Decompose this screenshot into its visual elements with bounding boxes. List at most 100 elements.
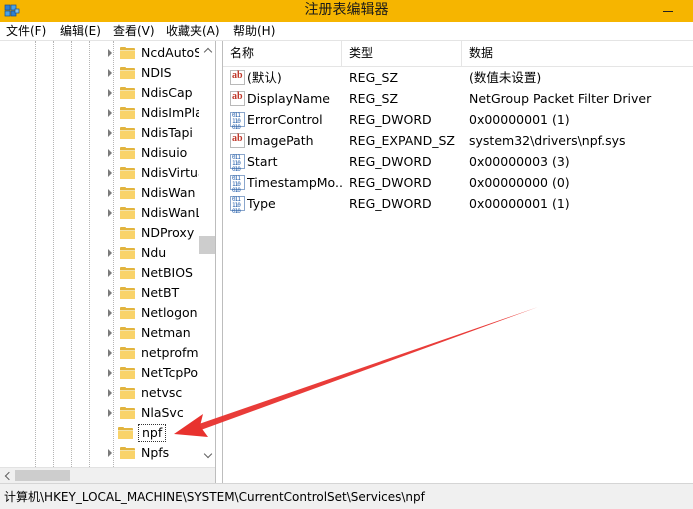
expand-arrow-icon[interactable] [108, 389, 112, 397]
value-row[interactable]: 011 110 010 Start REG_DWORD 0x00000003 (3) [223, 151, 693, 173]
expand-arrow-icon[interactable] [108, 149, 112, 157]
expand-arrow-icon[interactable] [108, 369, 112, 377]
window-title: 注册表编辑器 [304, 2, 389, 18]
tree-item-label: NcdAutoS [141, 45, 203, 60]
tree-item[interactable]: NetBIOS [0, 263, 200, 283]
folder-icon [120, 167, 135, 179]
expand-arrow-icon[interactable] [108, 209, 112, 217]
tree-vertical-scrollbar[interactable] [199, 41, 215, 467]
expand-arrow-icon[interactable] [108, 329, 112, 337]
menu-view[interactable]: 查看(V) [109, 22, 159, 41]
folder-icon [120, 407, 135, 419]
value-row[interactable]: ab (默认) REG_SZ (数值未设置) [223, 67, 693, 88]
value-name: Type [247, 196, 276, 211]
menu-help[interactable]: 帮助(H) [229, 22, 279, 41]
tree-item-label: NdisWanL [141, 205, 203, 220]
tree-item[interactable]: Npfs [0, 443, 200, 463]
value-data: 0x00000000 (0) [469, 175, 570, 190]
expand-arrow-icon[interactable] [108, 129, 112, 137]
tree-item-label: npf [138, 424, 167, 442]
registry-values-list[interactable]: 名称 类型 数据 ab (默认) REG_SZ (数值未设置) ab DisplayNam… [222, 41, 693, 483]
folder-icon [120, 327, 135, 339]
tree-item[interactable]: NlaSvc [0, 403, 200, 423]
folder-icon [120, 87, 135, 99]
minimize-icon[interactable] [663, 2, 675, 12]
expand-arrow-icon[interactable] [108, 69, 112, 77]
value-row[interactable]: ab ImagePath REG_EXPAND_SZ system32\drivers… [223, 130, 693, 151]
value-row[interactable]: 011 110 010 Type REG_DWORD 0x00000001 (1) [223, 193, 693, 215]
value-row[interactable]: 011 110 010 ErrorControl REG_DWORD 0x00000001… [223, 109, 693, 131]
tree-item[interactable]: NdisWanL [0, 203, 203, 223]
tree-item[interactable]: NdisImPla [0, 103, 203, 123]
tree-item[interactable]: Ndisuio [0, 143, 200, 163]
folder-icon [120, 67, 135, 79]
value-data: 0x00000001 (1) [469, 112, 570, 127]
expand-arrow-icon[interactable] [108, 409, 112, 417]
column-header-name[interactable]: 名称 [223, 41, 342, 66]
value-type: REG_EXPAND_SZ [349, 133, 455, 148]
expand-arrow-icon[interactable] [108, 109, 112, 117]
binary-value-icon: 011 110 010 [230, 112, 245, 131]
folder-icon [120, 147, 135, 159]
tree-item[interactable]: NcdAutoS [0, 43, 203, 63]
expand-arrow-icon[interactable] [108, 49, 112, 57]
folder-icon [120, 287, 135, 299]
tree-item[interactable]: netprofm [0, 343, 200, 363]
tree-item[interactable]: netvsc [0, 383, 200, 403]
expand-arrow-icon[interactable] [108, 189, 112, 197]
expand-arrow-icon[interactable] [108, 89, 112, 97]
value-type: REG_SZ [349, 91, 399, 106]
menu-edit[interactable]: 编辑(E) [56, 22, 105, 41]
current-key-path: 计算机\HKEY_LOCAL_MACHINE\SYSTEM\CurrentCon… [4, 490, 425, 504]
value-name: TimestampMo... [247, 175, 343, 190]
tree-item[interactable]: NdisCap [0, 83, 200, 103]
expand-arrow-icon[interactable] [108, 289, 112, 297]
tree-item-label: Ndisuio [141, 145, 188, 160]
tree-item-label: NdisVirtua [141, 165, 206, 180]
tree-horizontal-scroll-thumb[interactable] [15, 470, 70, 481]
tree-horizontal-scrollbar[interactable] [0, 467, 215, 483]
expand-arrow-icon[interactable] [108, 269, 112, 277]
expand-arrow-icon[interactable] [108, 249, 112, 257]
value-row[interactable]: 011 110 010 TimestampMo... REG_DWORD 0x000000… [223, 172, 693, 194]
scroll-down-icon[interactable] [203, 449, 213, 459]
expand-arrow-icon[interactable] [108, 349, 112, 357]
status-bar: 计算机\HKEY_LOCAL_MACHINE\SYSTEM\CurrentCon… [0, 483, 693, 509]
tree-item-label: NetBT [141, 285, 180, 300]
value-data: 0x00000003 (3) [469, 154, 570, 169]
tree-item[interactable]: npf [0, 423, 200, 443]
tree-item[interactable]: NetTcpPo [0, 363, 200, 383]
scroll-left-icon[interactable] [4, 471, 14, 481]
folder-icon [120, 307, 135, 319]
tree-item-label: NetBIOS [141, 265, 193, 280]
tree-item-label: NdisTapi [141, 125, 193, 140]
tree-vertical-scroll-thumb[interactable] [199, 236, 215, 254]
menu-favorites[interactable]: 收藏夹(A) [162, 22, 224, 41]
tree-item[interactable]: NDIS [0, 63, 200, 83]
tree-item[interactable]: NetBT [0, 283, 200, 303]
scroll-up-icon[interactable] [203, 47, 213, 57]
tree-item-label: netprofm [141, 345, 199, 360]
tree-item[interactable]: Ndu [0, 243, 200, 263]
column-header-type[interactable]: 类型 [342, 41, 462, 66]
tree-item[interactable]: Netlogon [0, 303, 200, 323]
tree-item[interactable]: NdisTapi [0, 123, 200, 143]
folder-icon [120, 227, 135, 239]
expand-arrow-icon[interactable] [108, 169, 112, 177]
menu-file[interactable]: 文件(F) [2, 22, 50, 41]
tree-item[interactable]: Netman [0, 323, 200, 343]
tree-item[interactable]: NDProxy [0, 223, 200, 243]
folder-icon [120, 447, 135, 459]
tree-item-label: NdisCap [141, 85, 193, 100]
column-header-data[interactable]: 数据 [462, 41, 693, 66]
tree-item[interactable]: NdisVirtua [0, 163, 206, 183]
folder-icon [120, 107, 135, 119]
folder-icon [120, 207, 135, 219]
binary-value-icon: 011 110 010 [230, 196, 245, 215]
tree-item[interactable]: NdisWan [0, 183, 200, 203]
registry-key-tree[interactable]: NcdAutoS NDIS NdisCap NdisImPla NdisTapi Ndis… [0, 41, 216, 483]
expand-arrow-icon[interactable] [108, 449, 112, 457]
value-row[interactable]: ab DisplayName REG_SZ NetGroup Packet Filte… [223, 88, 693, 109]
expand-arrow-icon[interactable] [108, 309, 112, 317]
value-data: (数值未设置) [469, 70, 542, 85]
